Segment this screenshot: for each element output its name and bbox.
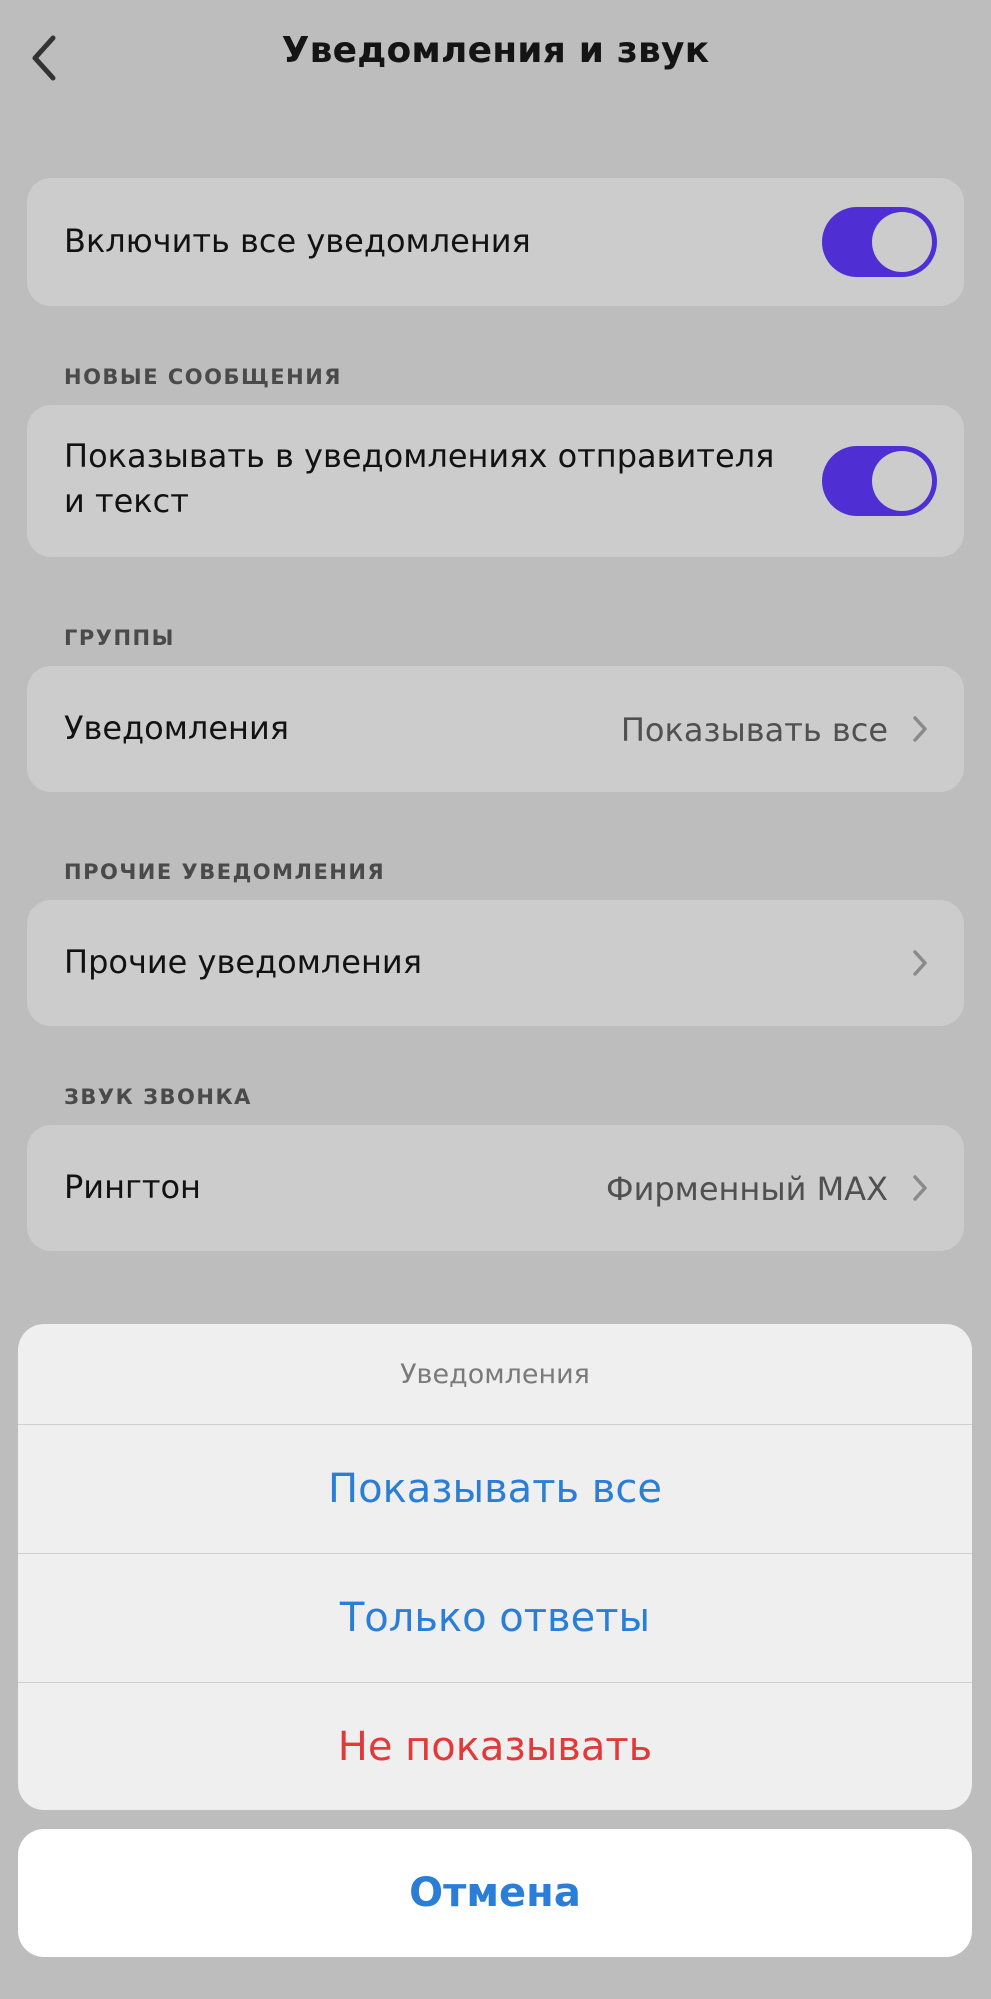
toggle-knob: [872, 451, 932, 511]
header: Уведомления и звук: [0, 0, 991, 120]
section-header-other: ПРОЧИЕ УВЕДОМЛЕНИЯ: [64, 860, 386, 884]
option-show-all[interactable]: Показывать все: [18, 1425, 972, 1554]
section-header-call-sound: ЗВУК ЗВОНКА: [64, 1085, 252, 1109]
all-notifications-card: Включить все уведомления: [27, 178, 964, 306]
show-sender-label-line2: и текст: [64, 482, 189, 520]
all-notifications-label: Включить все уведомления: [64, 222, 531, 260]
action-sheet-title: Уведомления: [18, 1324, 972, 1425]
ringtone-value: Фирменный MAX: [606, 1170, 888, 1208]
section-header-new-messages: НОВЫЕ СООБЩЕНИЯ: [64, 365, 342, 389]
ringtone-label: Рингтон: [64, 1168, 201, 1206]
ringtone-row[interactable]: Рингтон Фирменный MAX: [27, 1125, 964, 1251]
cancel-button[interactable]: Отмена: [18, 1829, 972, 1957]
other-notifications-row[interactable]: Прочие уведомления: [27, 900, 964, 1026]
page-title: Уведомления и звук: [281, 30, 710, 71]
option-dont-show[interactable]: Не показывать: [18, 1683, 972, 1810]
groups-notifications-value: Показывать все: [620, 711, 888, 749]
groups-notifications-row[interactable]: Уведомления Показывать все: [27, 666, 964, 792]
toggle-knob: [872, 212, 932, 272]
other-notifications-label: Прочие уведомления: [64, 943, 422, 981]
groups-notifications-label: Уведомления: [64, 709, 289, 747]
section-header-groups: ГРУППЫ: [64, 626, 175, 650]
chevron-right-icon: [906, 1168, 934, 1208]
show-sender-label-line1: Показывать в уведомлениях отправителя: [64, 437, 775, 475]
option-replies-only[interactable]: Только ответы: [18, 1554, 972, 1683]
chevron-right-icon: [906, 709, 934, 749]
show-sender-toggle[interactable]: [822, 446, 937, 516]
all-notifications-toggle[interactable]: [822, 207, 937, 277]
chevron-right-icon: [906, 943, 934, 983]
action-sheet: Уведомления Показывать все Только ответы…: [18, 1324, 972, 1810]
new-messages-card: Показывать в уведомлениях отправителя и …: [27, 405, 964, 557]
